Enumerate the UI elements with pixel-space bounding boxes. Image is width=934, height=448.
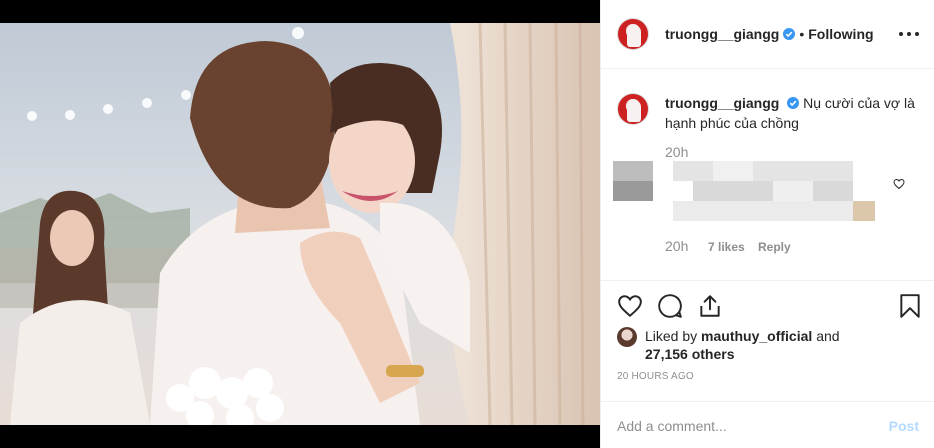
post-photo[interactable] [0, 23, 600, 425]
comment-bubble-icon[interactable] [657, 293, 683, 319]
caption-avatar[interactable] [617, 93, 649, 125]
author-avatar[interactable] [617, 18, 649, 50]
post-header: truongg__giangg • Following [601, 0, 934, 69]
following-button[interactable]: Following [808, 26, 873, 42]
post-modal: truongg__giangg • Following truongg__gia… [0, 0, 934, 448]
caption-text: truongg__giangg Nụ cười của vợ là hạnh p… [665, 93, 915, 133]
bookmark-icon[interactable] [897, 293, 923, 319]
likes-and: and [816, 328, 840, 344]
comment-input[interactable] [617, 417, 889, 434]
add-comment-bar: Post [601, 401, 934, 448]
verified-badge-icon [787, 97, 800, 109]
comment-like-heart-icon[interactable] [893, 178, 905, 190]
post-comment-button[interactable]: Post [889, 418, 919, 434]
post-timestamp[interactable]: 20 HOURS AGO [617, 371, 694, 382]
comment-time[interactable]: 20h [665, 238, 688, 254]
photo-illustration [0, 23, 600, 425]
caption-time[interactable]: 20h [665, 144, 688, 160]
more-options-icon[interactable] [899, 24, 919, 44]
reply-button[interactable]: Reply [758, 240, 791, 254]
comments-section: truongg__giangg Nụ cười của vợ là hạnh p… [601, 70, 934, 280]
comment-likes[interactable]: 7 likes [708, 240, 745, 254]
likes-others[interactable]: 27,156 others [645, 346, 735, 362]
caption-username[interactable]: truongg__giangg [665, 95, 779, 111]
header-separator: • [799, 26, 805, 42]
liker-username[interactable]: mauthuy_official [701, 328, 812, 344]
liker-avatar[interactable] [617, 327, 637, 347]
liked-by-label: Liked by [645, 328, 698, 344]
author-username[interactable]: truongg__giangg [665, 26, 779, 42]
likes-text: Liked by mauthuy_official and 27,156 oth… [645, 327, 875, 363]
likes-summary: Liked by mauthuy_official and 27,156 oth… [617, 327, 875, 363]
post-actions: Liked by mauthuy_official and 27,156 oth… [601, 280, 934, 448]
blurred-comment [613, 161, 875, 221]
post-photo-panel [0, 0, 600, 448]
post-side-panel: truongg__giangg • Following truongg__gia… [600, 0, 934, 448]
heart-icon[interactable] [617, 293, 643, 319]
caption-row: truongg__giangg Nụ cười của vợ là hạnh p… [617, 93, 915, 133]
share-icon[interactable] [697, 293, 723, 319]
verified-badge-icon [783, 28, 796, 40]
